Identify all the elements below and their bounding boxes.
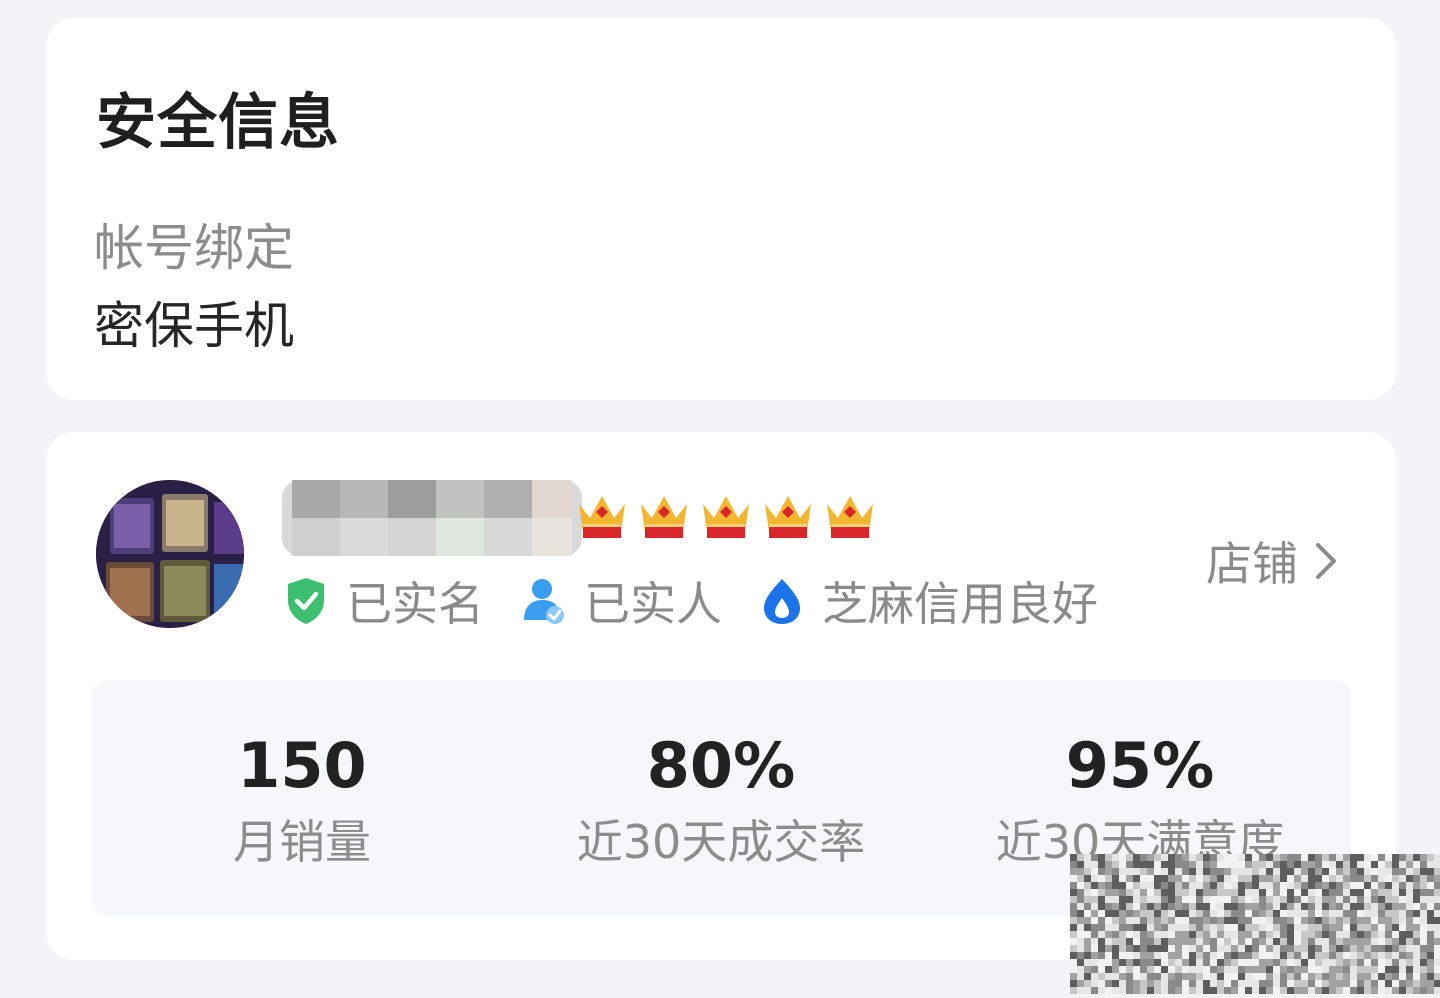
- crown-icon: [765, 496, 811, 538]
- badge-label: 芝麻信用良好: [822, 577, 1098, 631]
- stat-monthly-sales: 150 月销量: [92, 730, 512, 872]
- seller-level-crowns: [576, 488, 876, 542]
- stat-value: 150: [237, 729, 367, 802]
- stat-value: 80%: [646, 729, 796, 802]
- crown-icon: [703, 496, 749, 538]
- security-info-card: 安全信息 帐号绑定 密保手机: [46, 18, 1396, 400]
- stat-label: 月销量: [233, 815, 371, 869]
- green-shield-check-icon: [288, 578, 324, 624]
- badge-label: 已实人: [584, 577, 722, 631]
- seller-name-blurred: [282, 480, 582, 556]
- person-verified-icon: [524, 579, 564, 624]
- shop-label: 店铺: [1206, 537, 1298, 591]
- verification-badges: 已实名 已实人 芝麻信用良好: [284, 568, 1136, 634]
- stat-value: 95%: [1065, 729, 1215, 802]
- blurred-noise-overlay: [1070, 854, 1440, 994]
- account-binding-label: 帐号绑定: [94, 219, 294, 277]
- account-binding-value[interactable]: 密保手机: [94, 286, 294, 358]
- crown-icon: [641, 496, 687, 538]
- stat-30day-deal-rate: 80% 近30天成交率: [511, 730, 931, 872]
- stat-label: 近30天成交率: [576, 815, 866, 869]
- shop-link[interactable]: 店铺: [1206, 528, 1340, 594]
- seller-avatar[interactable]: [96, 480, 244, 628]
- badge-real-name: 已实名: [284, 568, 484, 634]
- crown-icon: [827, 496, 873, 538]
- badge-sesame-credit: 芝麻信用良好: [760, 568, 1098, 634]
- security-title: 安全信息: [96, 88, 340, 158]
- crown-icon: [579, 496, 625, 538]
- chevron-right-icon: [1316, 543, 1336, 579]
- stat-30day-satisfaction: 95% 近30天满意度: [930, 730, 1350, 872]
- badge-label: 已实名: [346, 577, 484, 631]
- sesame-credit-icon: [764, 579, 800, 624]
- badge-real-person: 已实人: [522, 568, 722, 634]
